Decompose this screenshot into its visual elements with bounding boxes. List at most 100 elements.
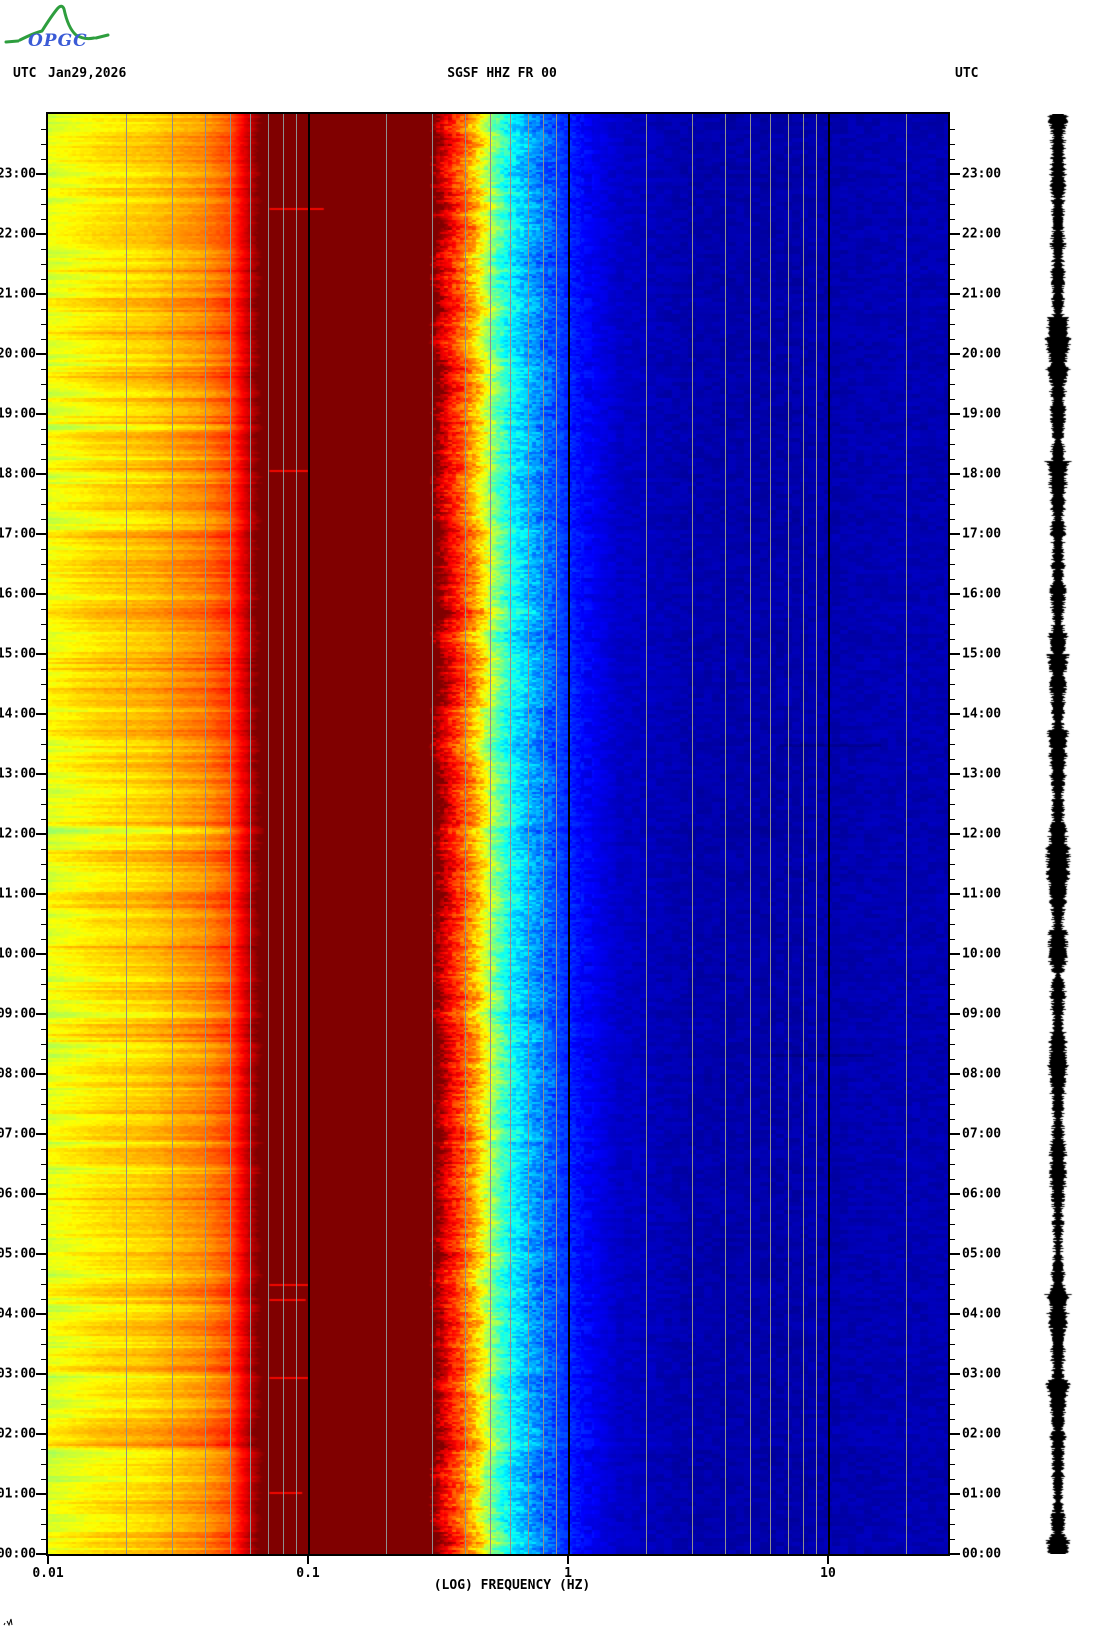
time-tick-minor xyxy=(948,924,955,925)
time-tick-minor xyxy=(41,1464,48,1465)
time-tick-minor xyxy=(41,744,48,745)
time-label-right: 01:00 xyxy=(962,1486,1002,1502)
time-tick-major xyxy=(36,893,48,895)
time-tick-minor xyxy=(948,309,955,310)
time-tick-minor xyxy=(948,459,955,460)
time-tick-minor xyxy=(41,729,48,730)
time-tick-major xyxy=(948,473,960,475)
time-tick-major xyxy=(948,713,960,715)
time-label-right: 19:00 xyxy=(962,406,1002,422)
time-tick-minor xyxy=(41,1329,48,1330)
time-tick-major xyxy=(36,413,48,415)
time-label-left: 13:00 xyxy=(0,766,36,782)
time-tick-major xyxy=(948,1013,960,1015)
time-tick-minor xyxy=(41,1509,48,1510)
time-tick-major xyxy=(948,1433,960,1435)
time-tick-minor xyxy=(41,564,48,565)
time-tick-minor xyxy=(41,1149,48,1150)
time-tick-major xyxy=(36,1433,48,1435)
time-tick-minor xyxy=(41,669,48,670)
time-tick-minor xyxy=(948,1164,955,1165)
time-tick-minor xyxy=(41,909,48,910)
time-tick-minor xyxy=(948,804,955,805)
time-label-left: 04:00 xyxy=(0,1306,36,1322)
time-tick-minor xyxy=(41,1029,48,1030)
time-label-left: 17:00 xyxy=(0,526,36,542)
time-label-right: 06:00 xyxy=(962,1186,1002,1202)
time-tick-minor xyxy=(41,684,48,685)
time-tick-minor xyxy=(948,159,955,160)
time-tick-minor xyxy=(41,219,48,220)
time-tick-major xyxy=(948,1493,960,1495)
time-label-left: 23:00 xyxy=(0,166,36,182)
time-label-right: 14:00 xyxy=(962,706,1002,722)
time-tick-major xyxy=(948,653,960,655)
time-label-right: 00:00 xyxy=(962,1546,1002,1562)
time-tick-minor xyxy=(41,1164,48,1165)
time-tick-minor xyxy=(41,1239,48,1240)
time-tick-minor xyxy=(948,1539,955,1540)
time-tick-minor xyxy=(948,1044,955,1045)
time-tick-minor xyxy=(948,204,955,205)
time-tick-minor xyxy=(41,579,48,580)
time-tick-major xyxy=(948,1193,960,1195)
time-label-left: 07:00 xyxy=(0,1126,36,1142)
time-label-right: 18:00 xyxy=(962,466,1002,482)
time-tick-minor xyxy=(948,1344,955,1345)
freq-tick xyxy=(47,1554,49,1564)
time-tick-minor xyxy=(41,1119,48,1120)
time-tick-minor xyxy=(948,849,955,850)
time-label-left: 21:00 xyxy=(0,286,36,302)
time-tick-minor xyxy=(41,1269,48,1270)
time-tick-minor xyxy=(41,639,48,640)
time-label-right: 17:00 xyxy=(962,526,1002,542)
time-tick-major xyxy=(36,293,48,295)
time-tick-minor xyxy=(948,1299,955,1300)
time-tick-major xyxy=(36,1253,48,1255)
time-tick-minor xyxy=(948,759,955,760)
corner-mark xyxy=(3,1618,13,1627)
time-label-right: 10:00 xyxy=(962,946,1002,962)
time-tick-major xyxy=(36,173,48,175)
time-tick-minor xyxy=(948,339,955,340)
time-tick-minor xyxy=(41,1224,48,1225)
time-tick-minor xyxy=(948,1119,955,1120)
time-tick-minor xyxy=(41,1089,48,1090)
time-tick-minor xyxy=(948,1239,955,1240)
time-tick-minor xyxy=(948,729,955,730)
time-tick-major xyxy=(36,233,48,235)
spectrogram-page: OPGC UTC Jan29,2026 SGSF HHZ FR 00 UTC 2… xyxy=(0,0,1102,1634)
time-tick-major xyxy=(36,1073,48,1075)
time-tick-minor xyxy=(41,1284,48,1285)
time-tick-minor xyxy=(41,159,48,160)
time-label-left: 19:00 xyxy=(0,406,36,422)
time-tick-major xyxy=(948,953,960,955)
time-tick-minor xyxy=(948,1359,955,1360)
time-label-left: 06:00 xyxy=(0,1186,36,1202)
time-tick-minor xyxy=(948,1179,955,1180)
time-label-left: 03:00 xyxy=(0,1366,36,1382)
time-tick-minor xyxy=(41,144,48,145)
time-tick-minor xyxy=(41,1059,48,1060)
time-tick-minor xyxy=(948,1209,955,1210)
time-label-left: 05:00 xyxy=(0,1246,36,1262)
time-tick-minor xyxy=(948,279,955,280)
time-tick-minor xyxy=(41,969,48,970)
time-tick-minor xyxy=(41,1209,48,1210)
time-tick-major xyxy=(36,1013,48,1015)
time-tick-minor xyxy=(41,1344,48,1345)
time-label-right: 21:00 xyxy=(962,286,1002,302)
header-utc-right: UTC xyxy=(955,66,979,81)
freq-tick-label: 0.1 xyxy=(296,1566,320,1581)
header-utc-left: UTC xyxy=(13,66,37,81)
time-label-left: 12:00 xyxy=(0,826,36,842)
freq-tick-label: 10 xyxy=(820,1566,836,1581)
time-tick-minor xyxy=(41,1524,48,1525)
plot-title: SGSF HHZ FR 00 xyxy=(447,66,557,81)
time-tick-minor xyxy=(948,519,955,520)
time-tick-major xyxy=(948,773,960,775)
time-tick-minor xyxy=(948,1224,955,1225)
time-tick-minor xyxy=(948,579,955,580)
time-tick-major xyxy=(36,653,48,655)
time-tick-minor xyxy=(948,939,955,940)
